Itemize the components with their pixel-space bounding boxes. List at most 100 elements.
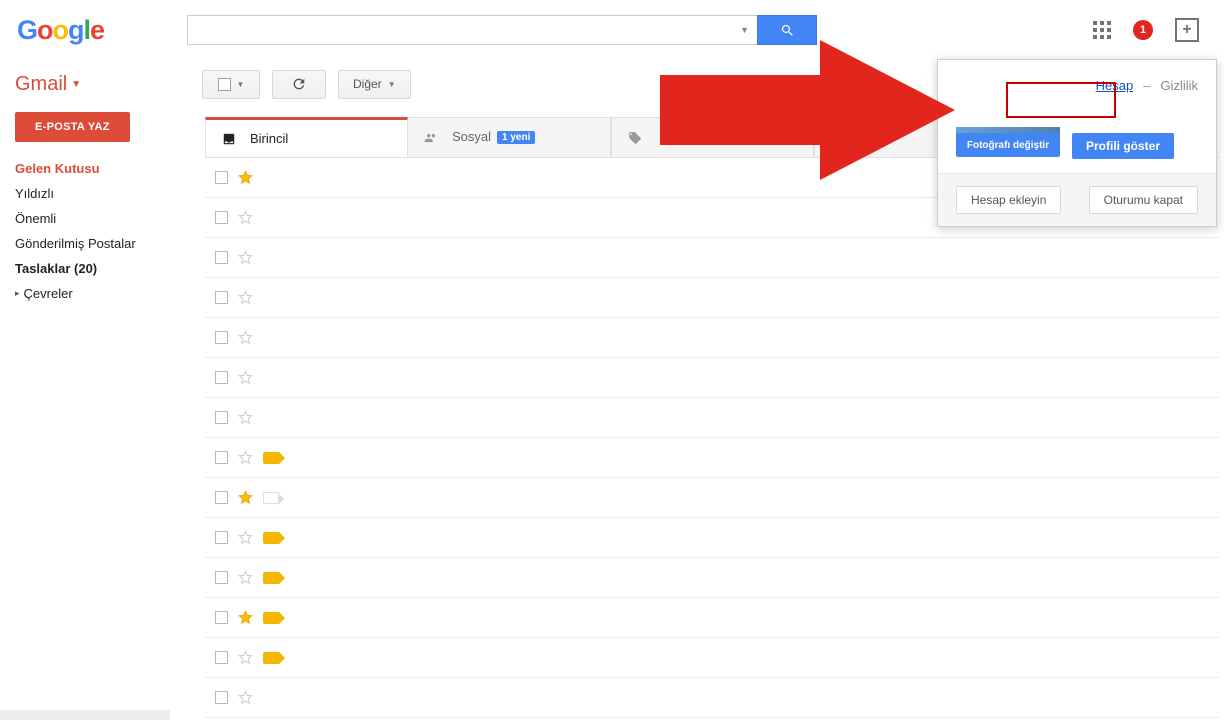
- star-icon[interactable]: [238, 490, 253, 505]
- star-icon[interactable]: [238, 330, 253, 345]
- label-tag-icon[interactable]: [263, 492, 279, 504]
- mail-row[interactable]: [205, 638, 1219, 678]
- hangouts-bar[interactable]: [0, 710, 170, 720]
- mail-row[interactable]: [205, 398, 1219, 438]
- tab-primary[interactable]: Birincil: [205, 117, 408, 157]
- sidebar-item-label: Önemli: [15, 211, 56, 226]
- label-tag-icon[interactable]: [263, 612, 279, 624]
- people-icon: [422, 131, 440, 145]
- label-tag-icon[interactable]: [263, 652, 279, 664]
- row-checkbox[interactable]: [215, 331, 228, 344]
- row-checkbox[interactable]: [215, 411, 228, 424]
- google-logo[interactable]: Google: [15, 15, 175, 46]
- select-all-button[interactable]: ▼: [202, 70, 260, 99]
- sign-out-button[interactable]: Oturumu kapat: [1089, 186, 1198, 214]
- star-icon[interactable]: [238, 650, 253, 665]
- search-input[interactable]: ▼: [187, 15, 757, 45]
- caret-down-icon: ▼: [237, 80, 245, 89]
- search-button[interactable]: [757, 15, 817, 45]
- nav-list: Gelen Kutusu Yıldızlı Önemli Gönderilmiş Po…: [15, 156, 180, 306]
- apps-icon[interactable]: [1093, 21, 1111, 39]
- row-checkbox[interactable]: [215, 531, 228, 544]
- sidebar-item-label: Gönderilmiş Postalar: [15, 236, 136, 251]
- mail-row[interactable]: [205, 478, 1219, 518]
- privacy-link[interactable]: Gizlilik: [1160, 78, 1198, 93]
- row-checkbox[interactable]: [215, 171, 228, 184]
- gmail-label-text: Gmail: [15, 73, 67, 96]
- search-icon: [780, 23, 795, 38]
- mail-row[interactable]: [205, 278, 1219, 318]
- mail-row[interactable]: [205, 318, 1219, 358]
- star-icon[interactable]: [238, 290, 253, 305]
- sidebar-item[interactable]: ▸ Çevreler: [15, 281, 180, 306]
- star-icon[interactable]: [238, 170, 253, 185]
- sidebar-item[interactable]: Yıldızlı: [15, 181, 180, 206]
- share-icon[interactable]: +: [1175, 18, 1199, 42]
- row-checkbox[interactable]: [215, 251, 228, 264]
- mail-list: [205, 158, 1219, 718]
- view-profile-button[interactable]: Profili göster: [1072, 133, 1174, 159]
- gmail-dropdown[interactable]: Gmail ▼: [15, 73, 190, 96]
- star-icon[interactable]: [238, 210, 253, 225]
- mail-row[interactable]: [205, 358, 1219, 398]
- sidebar-item-label: Çevreler: [24, 286, 73, 301]
- label-tag-icon[interactable]: [263, 532, 279, 544]
- star-icon[interactable]: [238, 250, 253, 265]
- sidebar-item-label: Gelen Kutusu: [15, 161, 100, 176]
- notifications-badge[interactable]: 1: [1133, 20, 1153, 40]
- row-checkbox[interactable]: [215, 211, 228, 224]
- star-icon[interactable]: [238, 410, 253, 425]
- star-icon[interactable]: [238, 570, 253, 585]
- row-checkbox[interactable]: [215, 371, 228, 384]
- row-checkbox[interactable]: [215, 571, 228, 584]
- account-popup: Hesap – Gizlilik Fotoğrafı değiştir Prof…: [937, 59, 1217, 227]
- refresh-icon: [291, 76, 307, 92]
- toolbar-buttons: ▼ Diğer ▼: [202, 70, 411, 99]
- add-account-button[interactable]: Hesap ekleyin: [956, 186, 1061, 214]
- sidebar-item-label: Yıldızlı: [15, 186, 54, 201]
- sidebar-item-label: Taslaklar (20): [15, 261, 97, 276]
- tab-social-badge: 1 yeni: [497, 131, 535, 144]
- search-area: ▼: [187, 15, 817, 45]
- account-link[interactable]: Hesap: [1096, 78, 1134, 93]
- sidebar-item[interactable]: Taslaklar (20): [15, 256, 180, 281]
- mail-row[interactable]: [205, 598, 1219, 638]
- select-all-checkbox[interactable]: [218, 78, 231, 91]
- tab-promotions[interactable]: [611, 117, 814, 157]
- compose-button[interactable]: E-POSTA YAZ: [15, 112, 130, 142]
- caret-down-icon: ▼: [71, 79, 81, 90]
- label-tag-icon[interactable]: [263, 452, 279, 464]
- refresh-button[interactable]: [272, 70, 326, 99]
- sidebar-item[interactable]: Gelen Kutusu: [15, 156, 180, 181]
- tab-social-label: Sosyal: [452, 130, 491, 144]
- sidebar-item[interactable]: Gönderilmiş Postalar: [15, 231, 180, 256]
- label-tag-icon[interactable]: [263, 572, 279, 584]
- mail-row[interactable]: [205, 558, 1219, 598]
- row-checkbox[interactable]: [215, 651, 228, 664]
- row-checkbox[interactable]: [215, 491, 228, 504]
- row-checkbox[interactable]: [215, 451, 228, 464]
- more-button[interactable]: Diğer ▼: [338, 70, 411, 99]
- mail-row[interactable]: [205, 238, 1219, 278]
- row-checkbox[interactable]: [215, 611, 228, 624]
- separator: –: [1143, 78, 1150, 93]
- row-checkbox[interactable]: [215, 691, 228, 704]
- search-dropdown-caret[interactable]: ▼: [740, 25, 749, 35]
- star-icon[interactable]: [238, 610, 253, 625]
- star-icon[interactable]: [238, 530, 253, 545]
- star-icon[interactable]: [238, 690, 253, 705]
- mail-row[interactable]: [205, 518, 1219, 558]
- change-photo-button[interactable]: Fotoğrafı değiştir: [956, 133, 1060, 157]
- sidebar-item[interactable]: Önemli: [15, 206, 180, 231]
- more-label: Diğer: [353, 77, 382, 91]
- header-right: 1 +: [1093, 18, 1209, 42]
- mail-row[interactable]: [205, 438, 1219, 478]
- star-icon[interactable]: [238, 450, 253, 465]
- mail-row[interactable]: [205, 678, 1219, 718]
- caret-right-icon: ▸: [15, 288, 20, 299]
- star-icon[interactable]: [238, 370, 253, 385]
- row-checkbox[interactable]: [215, 291, 228, 304]
- sidebar: E-POSTA YAZ Gelen Kutusu Yıldızlı Önemli Gö…: [15, 112, 180, 306]
- inbox-icon: [220, 132, 238, 146]
- tab-social[interactable]: Sosyal 1 yeni: [408, 117, 611, 157]
